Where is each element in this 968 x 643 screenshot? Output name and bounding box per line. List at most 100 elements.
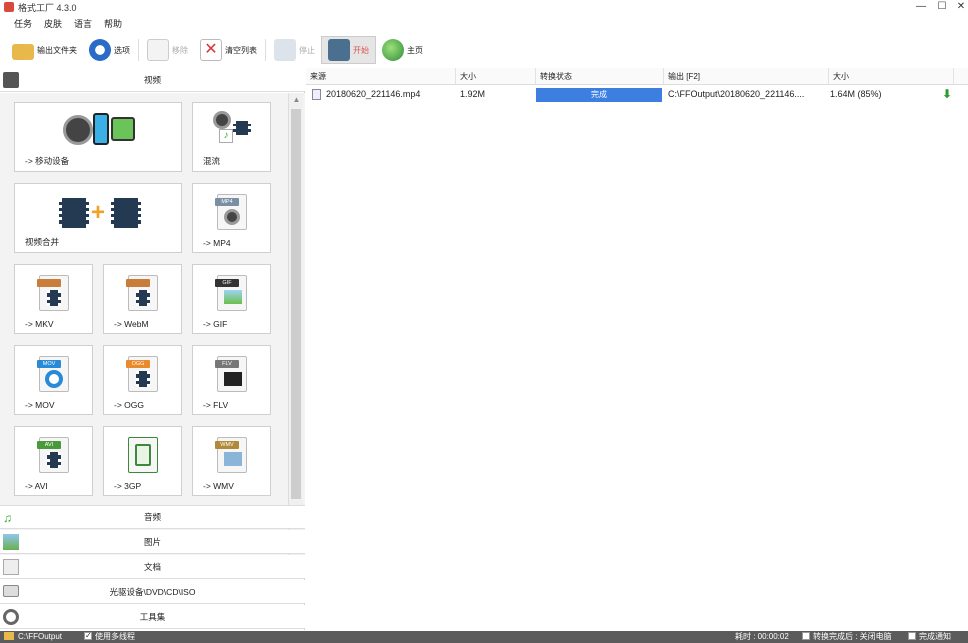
window-title: 格式工厂 4.3.0 <box>18 3 77 13</box>
video-category-icon <box>3 72 19 88</box>
row-source: 20180620_221146.mp4 <box>326 89 421 99</box>
category-tools[interactable]: 工具集 <box>0 605 305 629</box>
table-row[interactable]: 20180620_221146.mp4 1.92M 完成 C:\FFOutput… <box>306 86 968 103</box>
globe-icon <box>382 39 404 61</box>
toolbar-divider <box>138 39 139 61</box>
col-source[interactable]: 来源 <box>306 68 456 85</box>
category-audio[interactable]: ♫ 音频 <box>0 505 305 529</box>
title-bar: 格式工厂 4.3.0 — ☐ ✕ <box>0 0 968 14</box>
status-badge: 完成 <box>536 88 662 102</box>
menu-language[interactable]: 语言 <box>68 16 98 30</box>
category-picture[interactable]: 图片 <box>0 530 305 554</box>
options-icon <box>89 39 111 61</box>
minimize-button[interactable]: — <box>910 0 932 14</box>
gif-file-icon: GIF <box>215 275 247 311</box>
home-label: 主页 <box>407 45 423 55</box>
stop-label: 停止 <box>299 45 315 55</box>
tile-mux[interactable]: ♪ 混流 <box>192 102 271 172</box>
scrollbar-thumb[interactable] <box>291 109 301 499</box>
tile-gif[interactable]: GIF -> GIF <box>192 264 271 334</box>
stop-button[interactable]: 停止 <box>268 36 321 64</box>
multithread-toggle[interactable]: 使用多线程 <box>84 630 135 643</box>
tile-label: -> 移动设备 <box>25 156 70 166</box>
wmv-tag: WMV <box>215 441 239 449</box>
avi-file-icon: AVI <box>37 437 69 473</box>
elapsed-time: 耗时 : 00:00:02 <box>735 632 789 641</box>
folder-icon <box>12 44 34 60</box>
col-output[interactable]: 输出 [F2] <box>664 68 829 85</box>
category-audio-label: 音频 <box>143 512 161 522</box>
tile-label: -> GIF <box>203 319 228 329</box>
tile-label: -> MOV <box>25 400 55 410</box>
options-button[interactable]: 选项 <box>83 36 136 64</box>
output-folder-button[interactable]: 输出文件夹 <box>6 36 83 64</box>
mp4-tag: MP4 <box>215 198 239 206</box>
tile-video-join[interactable]: + 视频合并 <box>14 183 182 253</box>
category-document[interactable]: 文档 <box>0 555 305 579</box>
folder-icon <box>4 631 14 643</box>
menu-help[interactable]: 帮助 <box>98 16 128 30</box>
toolbar: 输出文件夹 选项 移除 ✕ 清空列表 停止 开始 主页 <box>0 34 968 66</box>
mp4-file-icon: MP4 <box>215 194 247 230</box>
category-disc[interactable]: 光驱设备\DVD\CD\ISO <box>0 580 305 604</box>
menu-skin[interactable]: 皮肤 <box>38 16 68 30</box>
file-icon <box>312 86 322 103</box>
home-button[interactable]: 主页 <box>376 36 429 64</box>
remove-button[interactable]: 移除 <box>141 36 194 64</box>
after-convert-checkbox[interactable] <box>802 632 810 640</box>
video-tiles-grid: -> 移动设备 ♪ 混流 + 视频合并 MP4 -> MP4 -> MKV ->… <box>0 93 305 569</box>
function-panel: 视频 -> 移动设备 ♪ 混流 + 视频合并 MP4 -> MP4 -> MKV… <box>0 68 305 630</box>
tiles-scrollbar[interactable]: ▲ ▼ <box>288 93 303 569</box>
category-picture-label: 图片 <box>143 536 161 547</box>
category-video[interactable]: 视频 <box>0 68 305 92</box>
tile-label: -> WebM <box>114 319 149 329</box>
task-list: 来源 大小 转换状态 输出 [F2] 大小 20180620_221146.mp… <box>306 68 968 630</box>
category-document-label: 文档 <box>143 561 161 572</box>
tile-label: -> MKV <box>25 319 54 329</box>
tile-mp4[interactable]: MP4 -> MP4 <box>192 183 271 253</box>
tile-webm[interactable]: -> WebM <box>103 264 182 334</box>
after-convert-toggle[interactable]: 转换完成后 : 关闭电脑 <box>802 631 892 643</box>
notify-toggle[interactable]: 完成通知 <box>908 631 951 643</box>
remove-icon <box>147 39 169 61</box>
flv-tag: FLV <box>215 360 239 368</box>
col-output-size[interactable]: 大小 <box>829 68 954 85</box>
tile-label: 混流 <box>203 156 221 166</box>
tile-ogg[interactable]: OGG -> OGG <box>103 345 182 415</box>
tile-mov[interactable]: MOV -> MOV <box>14 345 93 415</box>
tile-mobile-device[interactable]: -> 移动设备 <box>14 102 182 172</box>
mkv-tag <box>37 279 61 287</box>
start-label: 开始 <box>353 45 369 55</box>
status-bar: C:\FFOutput 使用多线程 耗时 : 00:00:02 转换完成后 : … <box>0 630 968 643</box>
col-status[interactable]: 转换状态 <box>536 68 664 85</box>
clear-list-button[interactable]: ✕ 清空列表 <box>194 36 263 64</box>
col-size[interactable]: 大小 <box>456 68 536 85</box>
tile-avi[interactable]: AVI -> AVI <box>14 426 93 496</box>
arrow-down-icon[interactable]: ⬇ <box>938 86 952 103</box>
after-convert-label: 转换完成后 : 关闭电脑 <box>813 632 892 641</box>
scroll-up-icon[interactable]: ▲ <box>289 93 304 107</box>
tile-flv[interactable]: FLV -> FLV <box>192 345 271 415</box>
start-button[interactable]: 开始 <box>321 36 376 64</box>
menu-task[interactable]: 任务 <box>8 16 38 30</box>
row-size: 1.92M <box>460 89 486 99</box>
notify-label: 完成通知 <box>919 632 951 641</box>
gif-tag: GIF <box>215 279 239 287</box>
notify-checkbox[interactable] <box>908 632 916 640</box>
gear-icon <box>3 609 19 625</box>
disc-drive-icon <box>3 585 19 597</box>
clear-list-label: 清空列表 <box>225 45 257 55</box>
stop-icon <box>274 39 296 61</box>
remove-label: 移除 <box>172 45 188 55</box>
close-button[interactable]: ✕ <box>950 0 968 14</box>
tile-wmv[interactable]: WMV -> WMV <box>192 426 271 496</box>
tile-label: -> MP4 <box>203 238 231 248</box>
output-path[interactable]: C:\FFOutput <box>18 631 62 643</box>
multithread-checkbox[interactable] <box>84 630 92 642</box>
output-folder-label: 输出文件夹 <box>37 45 77 55</box>
webm-file-icon <box>126 275 158 311</box>
category-video-label: 视频 <box>143 74 161 85</box>
row-output: C:\FFOutput\20180620_221146.... <box>668 89 805 99</box>
tile-mkv[interactable]: -> MKV <box>14 264 93 334</box>
tile-3gp[interactable]: -> 3GP <box>103 426 182 496</box>
